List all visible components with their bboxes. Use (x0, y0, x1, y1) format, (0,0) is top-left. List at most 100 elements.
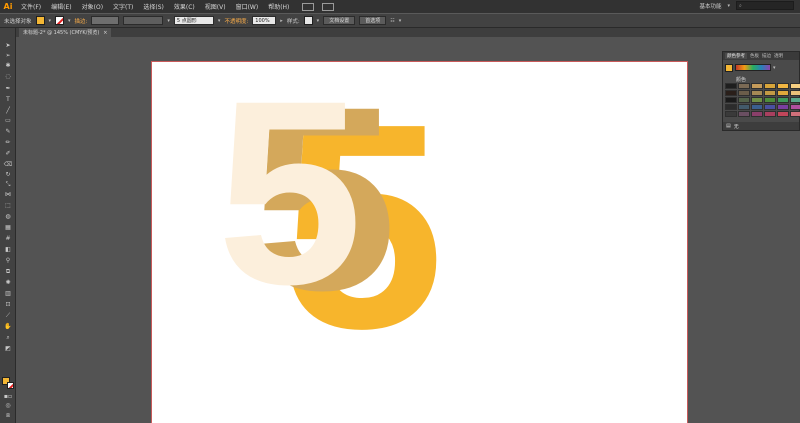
color-swatch[interactable] (764, 90, 776, 96)
slice-tool-icon[interactable]: ⟋ (3, 312, 13, 319)
line-tool-icon[interactable]: ╱ (3, 107, 13, 114)
color-swatch[interactable] (764, 104, 776, 110)
preferences-button[interactable]: 首选项 (359, 16, 387, 25)
color-swatch[interactable] (764, 83, 776, 89)
blob-brush-tool-icon[interactable]: ✐ (3, 150, 13, 157)
document-setup-button[interactable]: 文档设置 (323, 16, 356, 25)
menu-file[interactable]: 文件(F) (16, 2, 46, 11)
chevron-down-icon[interactable]: ▾ (399, 18, 402, 24)
lasso-tool-icon[interactable]: ◌ (3, 73, 13, 80)
digit-five-cream[interactable]: 5 (217, 62, 363, 324)
menu-type[interactable]: 文字(T) (108, 2, 138, 11)
menu-window[interactable]: 窗口(W) (231, 2, 264, 11)
color-swatch[interactable] (764, 97, 776, 103)
chevron-down-icon[interactable]: ▾ (773, 65, 776, 71)
rotate-tool-icon[interactable]: ↻ (3, 171, 13, 178)
color-swatch[interactable] (725, 111, 737, 117)
menu-edit[interactable]: 编辑(E) (46, 2, 76, 11)
color-swatch[interactable] (790, 97, 800, 103)
graphic-style-swatch[interactable] (303, 16, 313, 25)
rectangle-tool-icon[interactable]: ▭ (3, 117, 13, 124)
stroke-color-swatch[interactable] (55, 16, 65, 25)
color-swatch[interactable] (751, 111, 763, 117)
document-tab[interactable]: 未标题-2* @ 145% (CMYK/预览) × (19, 28, 112, 37)
color-swatch[interactable] (738, 83, 750, 89)
chevron-right-icon[interactable]: ▸ (280, 18, 283, 24)
menu-view[interactable]: 视图(V) (200, 2, 231, 11)
color-swatch[interactable] (725, 97, 737, 103)
stroke-weight-dropdown[interactable] (91, 16, 120, 25)
fill-color-swatch[interactable] (35, 16, 45, 25)
artboard[interactable]: 5 5 5 (151, 61, 688, 423)
menu-select[interactable]: 选择(S) (138, 2, 169, 11)
tab-color-guide[interactable]: 颜色参考 (725, 53, 747, 59)
eyedropper-tool-icon[interactable]: ⚲ (3, 257, 13, 264)
perspective-grid-tool-icon[interactable]: ▦ (3, 224, 13, 231)
color-swatch[interactable] (751, 104, 763, 110)
color-swatch[interactable] (725, 83, 737, 89)
free-transform-tool-icon[interactable]: ⬚ (3, 202, 13, 209)
chevron-down-icon[interactable]: ▾ (317, 18, 320, 24)
eraser-tool-icon[interactable]: ⌫ (3, 161, 13, 168)
chevron-down-icon[interactable]: ▾ (218, 18, 221, 24)
search-input[interactable]: ⌕ (736, 1, 794, 10)
selection-tool-icon[interactable]: ➤ (3, 42, 13, 49)
menu-object[interactable]: 对象(O) (77, 2, 108, 11)
paintbrush-tool-icon[interactable]: ✎ (3, 128, 13, 135)
pen-tool-icon[interactable]: ✒ (3, 85, 13, 92)
gradient-tool-icon[interactable]: ◧ (3, 246, 13, 253)
chevron-down-icon[interactable]: ▾ (68, 18, 71, 24)
harmony-rules-bar[interactable] (735, 64, 771, 71)
color-swatch[interactable] (790, 111, 800, 117)
drawing-mode-icon[interactable]: ◎ (3, 402, 13, 409)
color-swatch[interactable] (751, 97, 763, 103)
chevron-down-icon[interactable]: ▾ (49, 18, 52, 24)
color-mode-icon[interactable]: ▪▫ (3, 393, 13, 400)
direct-selection-tool-icon[interactable]: ➢ (3, 52, 13, 59)
swatch-libraries-icon[interactable]: ▤ (726, 123, 731, 129)
magic-wand-tool-icon[interactable]: ✱ (3, 62, 13, 69)
color-swatch[interactable] (790, 83, 800, 89)
artboard-tool-icon[interactable]: ⊡ (3, 301, 13, 308)
color-swatch[interactable] (738, 90, 750, 96)
brush-definition-field[interactable]: 5 点圆形 (173, 16, 214, 25)
arrange-icon[interactable]: ☷ (390, 18, 394, 24)
color-swatch[interactable] (777, 111, 789, 117)
stroke-label[interactable]: 描边: (75, 17, 88, 25)
color-swatch[interactable] (725, 104, 737, 110)
color-swatch[interactable] (738, 104, 750, 110)
scale-tool-icon[interactable]: ⤡ (3, 181, 13, 188)
color-swatch[interactable] (738, 97, 750, 103)
color-swatch[interactable] (777, 104, 789, 110)
menu-help[interactable]: 帮助(H) (263, 2, 294, 11)
opacity-field[interactable]: 100% (252, 16, 277, 25)
zoom-tool-icon[interactable]: ⌕ (3, 334, 13, 341)
menu-effect[interactable]: 效果(C) (169, 2, 200, 11)
opacity-label[interactable]: 不透明度: (224, 17, 248, 25)
color-swatch[interactable] (790, 90, 800, 96)
tab-transparency[interactable]: 透明 (774, 53, 783, 59)
hand-tool-icon[interactable]: ✋ (3, 323, 13, 330)
mesh-tool-icon[interactable]: # (3, 235, 13, 242)
color-swatch[interactable] (738, 111, 750, 117)
tab-stroke[interactable]: 描边 (762, 53, 771, 59)
color-swatch[interactable] (725, 90, 737, 96)
type-tool-icon[interactable]: T (3, 96, 13, 103)
color-swatch[interactable] (777, 83, 789, 89)
arrange-documents-icon[interactable] (322, 2, 335, 11)
shape-builder-tool-icon[interactable]: ◍ (3, 213, 13, 220)
color-swatch[interactable] (777, 90, 789, 96)
color-swatch[interactable] (751, 83, 763, 89)
tab-swatches[interactable]: 色板 (750, 53, 759, 59)
chevron-down-icon[interactable]: ▾ (727, 3, 730, 9)
pencil-tool-icon[interactable]: ✏ (3, 139, 13, 146)
column-graph-tool-icon[interactable]: ▥ (3, 290, 13, 297)
close-icon[interactable]: × (103, 30, 107, 36)
stroke-swatch-tool[interactable] (7, 382, 14, 389)
symbol-sprayer-tool-icon[interactable]: ✺ (3, 279, 13, 286)
color-swatch[interactable] (777, 97, 789, 103)
base-color-swatch[interactable] (725, 63, 733, 72)
width-tool-icon[interactable]: ⋈ (3, 191, 13, 198)
bridge-icon[interactable] (302, 2, 315, 11)
chevron-down-icon[interactable]: ▾ (167, 18, 170, 24)
